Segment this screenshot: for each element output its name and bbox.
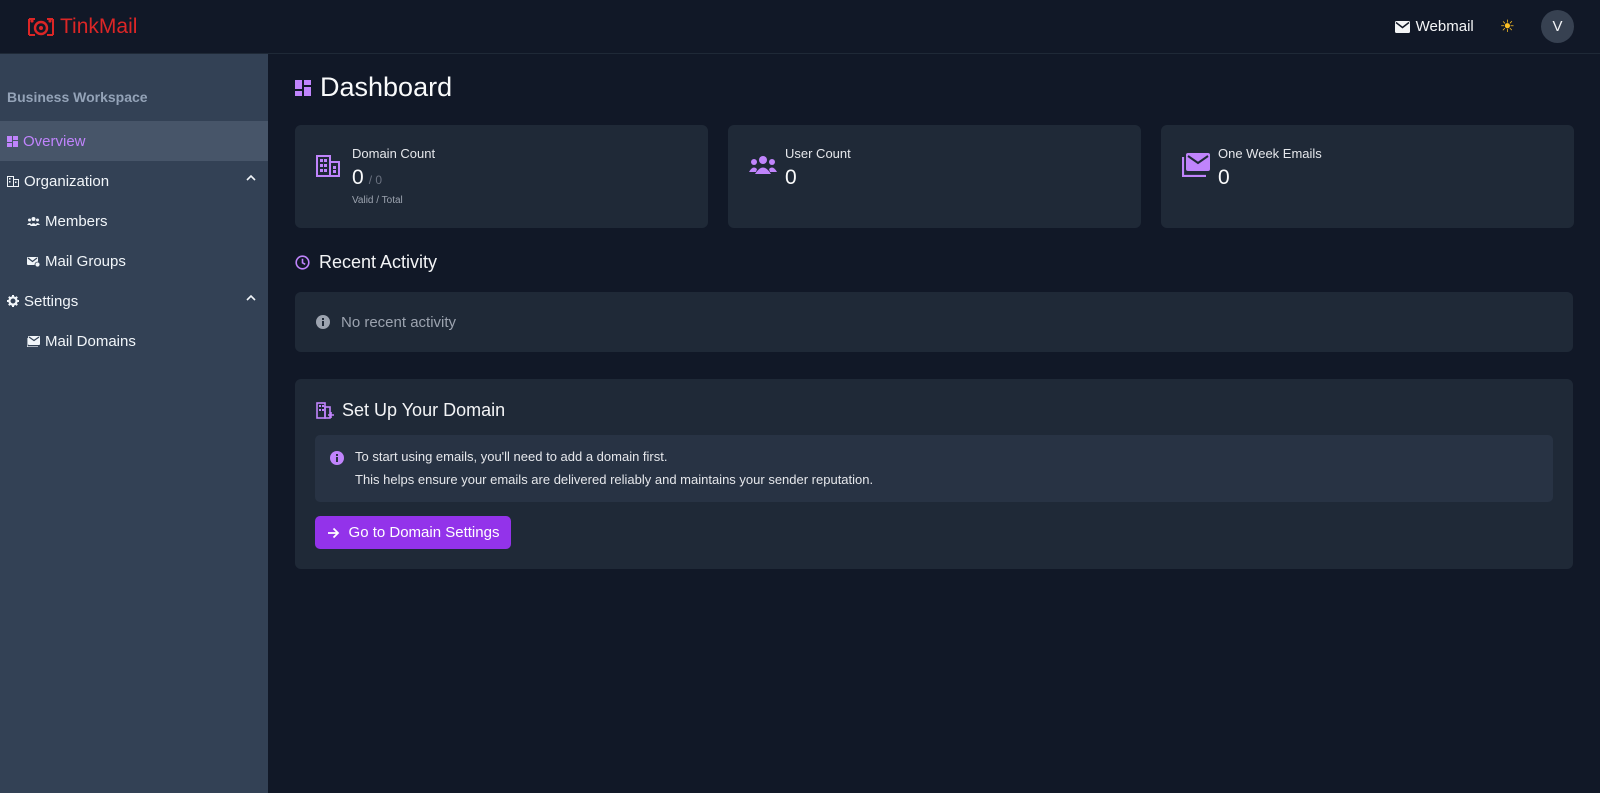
avatar[interactable]: V — [1541, 10, 1574, 43]
sidebar: Business Workspace Overview Organization… — [0, 54, 268, 793]
stat-card-user-count: User Count 0 — [728, 125, 1141, 228]
setup-info-box: To start using emails, you'll need to ad… — [315, 435, 1553, 502]
brand-name: TinkMail — [60, 14, 138, 38]
page-header: Dashboard — [295, 72, 452, 103]
mail-stack-icon — [1182, 153, 1210, 177]
info-icon — [330, 451, 344, 465]
recent-activity-title: Recent Activity — [295, 252, 437, 273]
mail-icon — [1394, 20, 1410, 33]
logo-icon — [28, 17, 54, 36]
sidebar-item-label: Mail Groups — [45, 252, 126, 270]
mail-domain-icon — [27, 335, 40, 347]
workspace-label: Business Workspace — [7, 89, 148, 105]
button-label: Go to Domain Settings — [348, 524, 500, 541]
stat-value-number: 0 — [352, 166, 364, 189]
recent-activity-card: No recent activity — [295, 292, 1573, 352]
stat-label: One Week Emails — [1218, 146, 1322, 161]
chevron-up-icon[interactable] — [246, 294, 256, 302]
page-title: Dashboard — [320, 72, 453, 102]
sidebar-item-overview[interactable]: Overview — [0, 121, 268, 161]
go-to-domain-settings-button[interactable]: Go to Domain Settings — [315, 516, 511, 549]
sidebar-item-label: Mail Domains — [45, 332, 136, 350]
chevron-up-icon[interactable] — [246, 174, 256, 182]
stat-subtitle: Valid / Total — [352, 195, 403, 206]
gear-icon — [7, 295, 19, 307]
building-icon — [316, 155, 340, 177]
setup-info-line1: To start using emails, you'll need to ad… — [355, 449, 668, 464]
people-icon — [749, 156, 777, 174]
people-icon — [27, 217, 40, 226]
dashboard-icon — [7, 135, 18, 147]
sidebar-item-organization[interactable]: Organization — [0, 161, 268, 201]
setup-domain-title: Set Up Your Domain — [316, 400, 505, 421]
stat-value: 0 — [785, 166, 797, 189]
stat-card-domain-count: Domain Count 0 / 0 Valid / Total — [295, 125, 708, 228]
section-title-label: Recent Activity — [319, 252, 438, 272]
top-bar: TinkMail Webmail ☀ V — [0, 0, 1600, 54]
sidebar-item-settings[interactable]: Settings — [0, 281, 268, 321]
sidebar-item-label: Organization — [24, 172, 110, 190]
stat-value: 0 — [1218, 166, 1230, 189]
setup-domain-card: Set Up Your Domain To start using emails… — [295, 379, 1573, 569]
info-icon — [316, 315, 330, 329]
section-title-label: Set Up Your Domain — [342, 400, 506, 420]
sidebar-item-label: Members — [45, 212, 108, 230]
add-domain-icon — [316, 402, 334, 419]
stat-label: Domain Count — [352, 146, 436, 161]
stat-value: 0 / 0 — [352, 166, 382, 190]
building-icon — [7, 175, 19, 187]
stat-card-one-week-emails: One Week Emails 0 — [1161, 125, 1574, 228]
stat-label: User Count — [785, 146, 851, 161]
webmail-link[interactable]: Webmail — [1394, 18, 1474, 35]
brand-logo[interactable]: TinkMail — [26, 15, 137, 39]
webmail-label: Webmail — [1415, 18, 1474, 35]
arrow-right-icon — [327, 527, 339, 538]
sidebar-item-label: Overview — [23, 132, 86, 150]
stat-total: / 0 — [368, 173, 383, 187]
setup-info-line2: This helps ensure your emails are delive… — [355, 472, 874, 487]
sidebar-item-label: Settings — [24, 292, 79, 310]
empty-activity-text: No recent activity — [341, 313, 457, 331]
mail-group-icon — [27, 256, 40, 267]
sidebar-item-mail-groups[interactable]: Mail Groups — [0, 241, 268, 281]
theme-toggle-sun-icon[interactable]: ☀ — [1500, 18, 1515, 35]
sidebar-item-members[interactable]: Members — [0, 201, 268, 241]
sidebar-item-mail-domains[interactable]: Mail Domains — [0, 321, 268, 361]
dashboard-icon — [295, 79, 311, 96]
clock-icon — [295, 255, 310, 270]
